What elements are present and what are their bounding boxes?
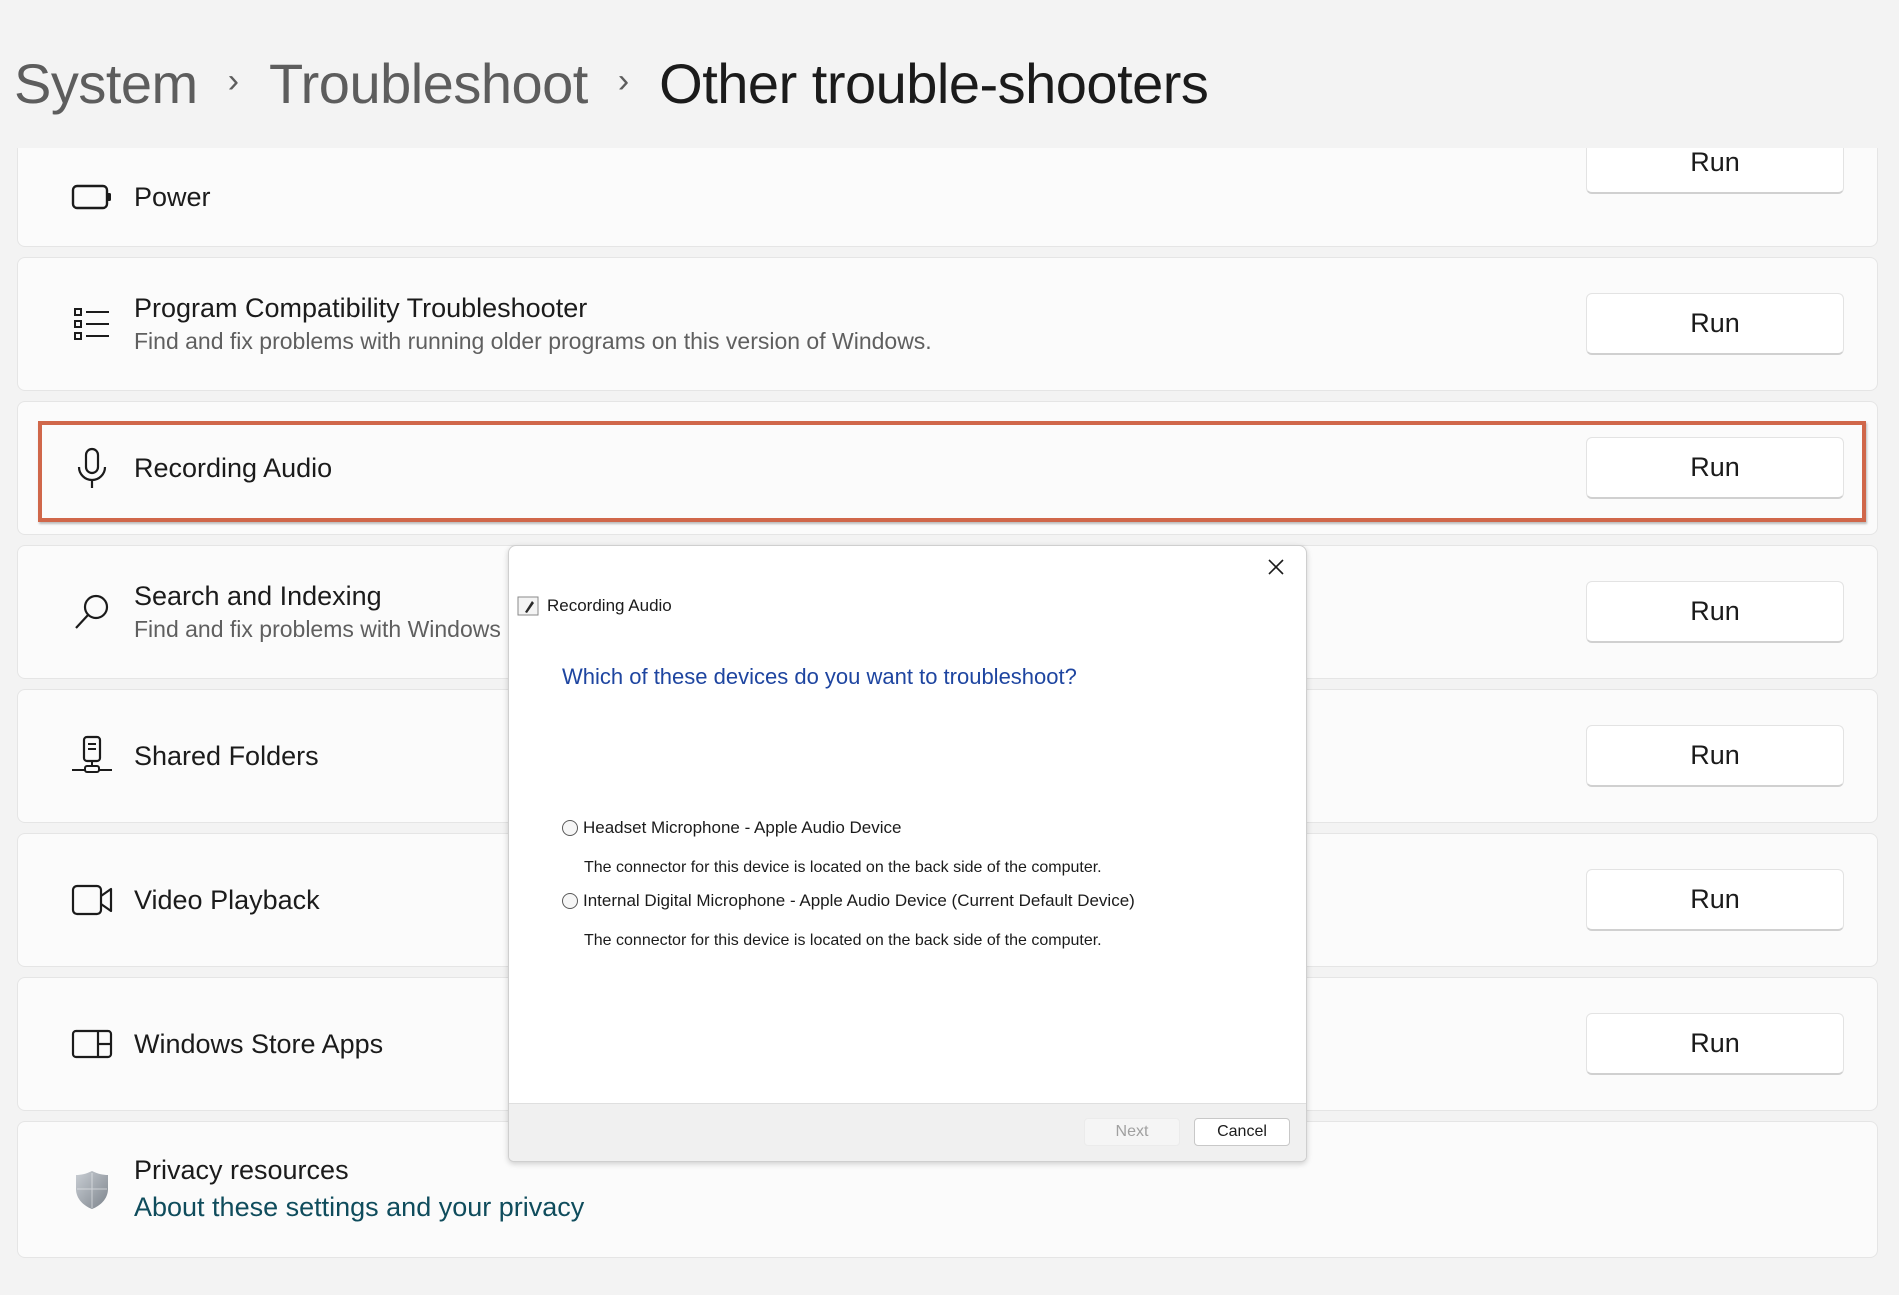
page-title: Other trouble-shooters xyxy=(659,51,1209,115)
privacy-link[interactable]: About these settings and your privacy xyxy=(134,1192,584,1222)
dialog-title-row: Recording Audio xyxy=(517,596,672,616)
run-search-indexing-button[interactable]: Run xyxy=(1586,581,1844,643)
video-camera-icon xyxy=(70,878,114,922)
recording-audio-dialog: Recording Audio Which of these devices d… xyxy=(508,545,1307,1162)
troubleshooter-program-compatibility: Program Compatibility Troubleshooter Fin… xyxy=(17,257,1878,391)
search-icon xyxy=(70,590,114,634)
network-drive-icon xyxy=(70,734,114,778)
close-icon xyxy=(1268,559,1284,575)
dialog-heading: Which of these devices do you want to tr… xyxy=(562,664,1077,689)
troubleshooter-title: Shared Folders xyxy=(134,741,319,771)
troubleshooter-title: Recording Audio xyxy=(134,453,333,483)
run-shared-folders-button[interactable]: Run xyxy=(1586,725,1844,787)
chevron-right-icon: › xyxy=(227,61,240,100)
battery-icon xyxy=(70,175,114,219)
device-option-internal-mic[interactable]: Internal Digital Microphone - Apple Audi… xyxy=(562,891,1135,911)
radio-button[interactable] xyxy=(562,893,578,909)
cancel-button[interactable]: Cancel xyxy=(1194,1118,1290,1146)
run-program-compatibility-button[interactable]: Run xyxy=(1586,293,1844,355)
close-button[interactable] xyxy=(1258,552,1294,582)
troubleshooter-title: Program Compatibility Troubleshooter xyxy=(134,293,588,323)
list-icon xyxy=(70,302,114,346)
dialog-title: Recording Audio xyxy=(547,596,672,615)
run-recording-audio-button[interactable]: Run xyxy=(1586,437,1844,499)
troubleshooter-title: Video Playback xyxy=(134,885,320,915)
device-option-description: The connector for this device is located… xyxy=(584,859,1102,876)
run-windows-store-apps-button[interactable]: Run xyxy=(1586,1013,1844,1075)
store-apps-icon xyxy=(70,1022,114,1066)
troubleshooter-description: Find and fix problems with running older… xyxy=(134,328,932,354)
troubleshooter-title: Search and Indexing xyxy=(134,581,382,611)
shield-icon xyxy=(70,1168,114,1212)
troubleshooter-recording-audio: Recording Audio Run xyxy=(17,401,1878,535)
breadcrumb: System › Troubleshoot › Other trouble-sh… xyxy=(14,48,1209,118)
breadcrumb-system[interactable]: System xyxy=(14,51,198,116)
troubleshooter-power: Power Run xyxy=(17,148,1878,247)
device-option-headset[interactable]: Headset Microphone - Apple Audio Device xyxy=(562,818,901,838)
next-button[interactable]: Next xyxy=(1084,1118,1180,1146)
run-video-playback-button[interactable]: Run xyxy=(1586,869,1844,931)
troubleshooter-description: Find and fix problems with Windows xyxy=(134,616,501,642)
dialog-footer: Next Cancel xyxy=(509,1103,1306,1161)
device-option-label: Internal Digital Microphone - Apple Audi… xyxy=(583,891,1135,910)
troubleshooter-title: Windows Store Apps xyxy=(134,1029,384,1059)
radio-button[interactable] xyxy=(562,820,578,836)
microphone-icon xyxy=(70,446,114,490)
run-power-button[interactable]: Run xyxy=(1586,148,1844,194)
device-option-label: Headset Microphone - Apple Audio Device xyxy=(583,818,902,837)
chevron-right-icon: › xyxy=(617,61,630,100)
breadcrumb-troubleshoot[interactable]: Troubleshoot xyxy=(269,51,588,116)
device-option-description: The connector for this device is located… xyxy=(584,932,1102,949)
troubleshooter-app-icon xyxy=(517,596,539,616)
troubleshooter-title: Power xyxy=(134,182,211,212)
